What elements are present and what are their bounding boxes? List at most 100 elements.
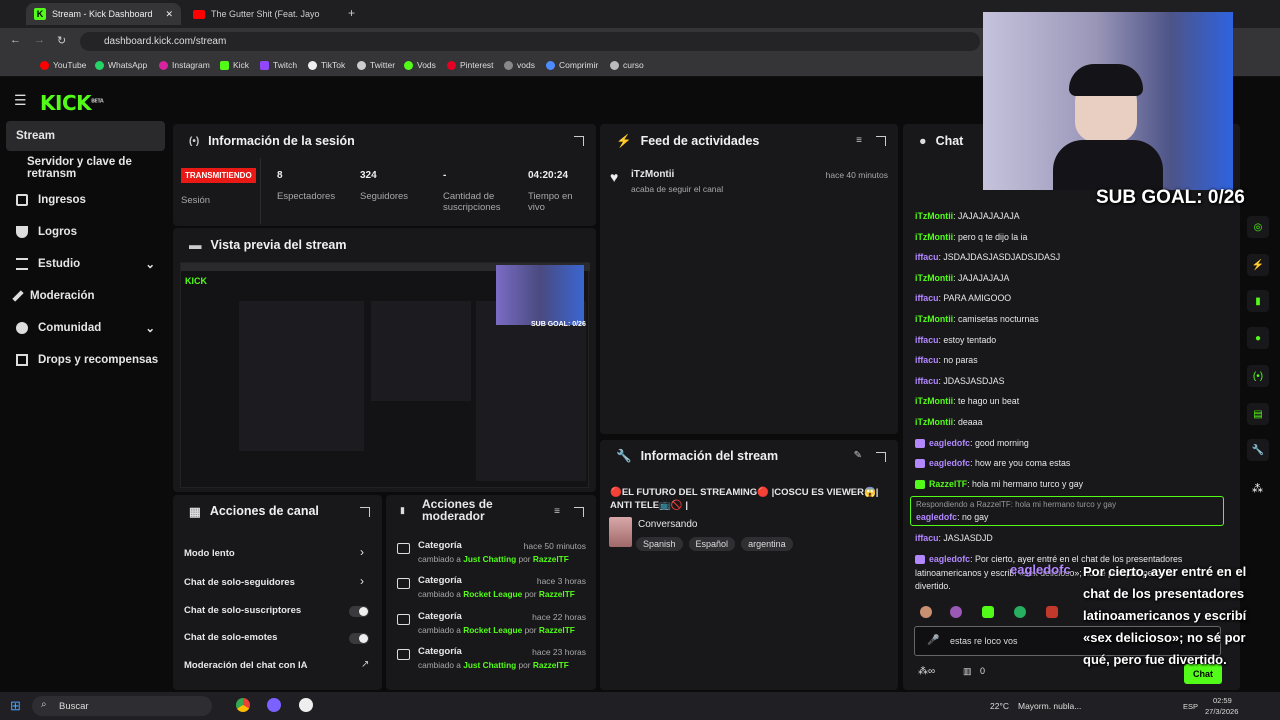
bookmark-vods[interactable]: Vods	[404, 60, 436, 70]
reload-icon[interactable]: ↻	[57, 34, 66, 47]
close-icon[interactable]: ✕	[165, 9, 173, 20]
chat-username[interactable]: iTzMontii	[915, 314, 953, 324]
sidebar-item-ingresos[interactable]: Ingresos	[6, 185, 165, 215]
chevron-right-icon[interactable]: ›	[360, 545, 364, 559]
filter-icon[interactable]: ≡	[856, 135, 862, 146]
activity-user[interactable]: iTzMontii	[631, 169, 674, 180]
bookmark-comprimir[interactable]: Comprimir	[546, 60, 598, 70]
bookmark-youtube[interactable]: YouTube	[40, 60, 86, 70]
chat-username[interactable]: iffacu	[915, 293, 938, 303]
reply-message[interactable]: Respondiendo a RazzelTF: hola mi hermano…	[910, 496, 1224, 526]
bookmark-curso[interactable]: curso	[610, 60, 644, 70]
windows-icon[interactable]: ⊞	[10, 698, 21, 714]
new-tab-icon[interactable]: +	[348, 6, 355, 20]
mod-action-row[interactable]: Categoría hace 50 minutos cambiado a Just …	[386, 540, 596, 572]
bookmark-whatsapp[interactable]: WhatsApp	[95, 60, 147, 70]
action-ai-moderation[interactable]: Moderación del chat con IA	[184, 660, 308, 671]
sidebar-item-comunidad[interactable]: Comunidad ⌄	[6, 313, 165, 343]
discord-icon[interactable]	[267, 698, 281, 712]
kick-logo[interactable]: KICKBETA	[40, 91, 104, 115]
action-followers-only[interactable]: Chat de solo-seguidores	[184, 577, 295, 588]
sidebar-item-server-key[interactable]: Servidor y clave de retransm	[6, 153, 165, 183]
expand-icon[interactable]	[574, 507, 584, 517]
rail-button-target-icon[interactable]: ◎	[1247, 216, 1269, 238]
emote-icon[interactable]	[982, 606, 994, 618]
chat-username[interactable]: iffacu	[915, 533, 938, 543]
chat-username[interactable]: iTzMontii	[915, 396, 953, 406]
emote-icon[interactable]	[920, 606, 932, 618]
bookmark-vods-2[interactable]: vods	[504, 60, 535, 70]
chat-username[interactable]: iffacu	[915, 252, 938, 262]
user-link[interactable]: RazzelTF	[539, 589, 575, 599]
url-field[interactable]: dashboard.kick.com/stream	[80, 32, 980, 51]
mod-action-row[interactable]: Categoría hace 23 horas cambiado a Just Ch…	[386, 646, 596, 678]
bookmark-tiktok[interactable]: TikTok	[308, 60, 345, 70]
category-name[interactable]: Conversando	[638, 519, 697, 530]
category-link[interactable]: Just Chatting	[463, 554, 516, 564]
chat-username[interactable]: iTzMontii	[915, 417, 953, 427]
bookmark-twitch[interactable]: Twitch	[260, 60, 297, 70]
chat-username[interactable]: iTzMontii	[915, 232, 953, 242]
bookmark-kick[interactable]: Kick	[220, 60, 249, 70]
mod-action-row[interactable]: Categoría hace 3 horas cambiado a Rocket L…	[386, 575, 596, 607]
tag[interactable]: argentina	[741, 537, 793, 551]
rail-button-document-icon[interactable]: ▮	[1247, 290, 1269, 312]
sidebar-item-estudio[interactable]: Estudio ⌄	[6, 249, 165, 279]
chat-username[interactable]: iffacu	[915, 355, 938, 365]
sidebar-item-stream[interactable]: Stream	[6, 121, 165, 151]
chat-username[interactable]: iTzMontii	[915, 211, 953, 221]
action-slow-mode[interactable]: Modo lento	[184, 548, 235, 559]
chat-username[interactable]: RazzelTF	[929, 479, 967, 489]
bookmark-twitter[interactable]: Twitter	[357, 60, 395, 70]
external-link-icon[interactable]: ↗	[361, 659, 369, 670]
chat-username[interactable]: eagledofc	[929, 458, 970, 468]
chat-username[interactable]: eagledofc	[929, 438, 970, 448]
category-link[interactable]: Just Chatting	[463, 660, 516, 670]
chat-username[interactable]: iffacu	[915, 376, 938, 386]
sidebar-item-drops[interactable]: Drops y recompensas	[6, 345, 165, 375]
obs-icon[interactable]	[299, 698, 313, 712]
expand-icon[interactable]	[876, 136, 886, 146]
user-link[interactable]: RazzelTF	[539, 625, 575, 635]
chat-username[interactable]: iTzMontii	[915, 273, 953, 283]
tab-youtube[interactable]: The Gutter Shit (Feat. Jayo	[185, 3, 340, 25]
tag[interactable]: Español	[688, 537, 736, 551]
layout-settings-icon[interactable]: ⁂	[1252, 482, 1263, 495]
tab-kick-dashboard[interactable]: K Stream - Kick Dashboard ✕	[26, 3, 181, 25]
user-link[interactable]: RazzelTF	[533, 660, 569, 670]
stream-preview-video[interactable]: KICK SUB GOAL: 0/26	[180, 262, 590, 488]
chevron-right-icon[interactable]: ›	[360, 574, 364, 588]
store-icon[interactable]: ▥	[963, 666, 972, 677]
expand-icon[interactable]	[876, 452, 886, 462]
filter-icon[interactable]: ≡	[554, 506, 560, 517]
rail-button-wrench-icon[interactable]: 🔧	[1247, 439, 1269, 461]
emotes-only-toggle[interactable]	[349, 633, 369, 644]
category-link[interactable]: Rocket League	[463, 625, 522, 635]
rail-button-chat-icon[interactable]: ●	[1247, 327, 1269, 349]
emote-icon[interactable]	[950, 606, 962, 618]
rail-button-lightning-icon[interactable]: ⚡	[1247, 254, 1269, 276]
bookmark-pinterest[interactable]: Pinterest	[447, 60, 494, 70]
chrome-icon[interactable]	[236, 698, 250, 712]
tag[interactable]: Spanish	[636, 537, 683, 551]
expand-icon[interactable]	[574, 136, 584, 146]
rail-button-broadcast-icon[interactable]: (•)	[1247, 365, 1269, 387]
chat-username[interactable]: eagledofc	[929, 554, 970, 564]
menu-icon[interactable]: ☰	[14, 92, 27, 109]
expand-icon[interactable]	[360, 507, 370, 517]
language-indicator[interactable]: ESP	[1183, 702, 1198, 711]
category-link[interactable]: Rocket League	[463, 589, 522, 599]
mod-action-row[interactable]: Categoría hace 22 horas cambiado a Rocket …	[386, 611, 596, 643]
back-icon[interactable]: ←	[10, 34, 21, 46]
infinity-icon[interactable]: ⁂∞	[918, 666, 935, 677]
edit-icon[interactable]: ✎	[854, 450, 862, 461]
mic-icon[interactable]: 🎤	[927, 635, 939, 646]
taskbar-search[interactable]: ⌕ Buscar	[32, 696, 212, 716]
rail-button-layout-icon[interactable]: ▤	[1247, 403, 1269, 425]
sidebar-item-logros[interactable]: Logros	[6, 217, 165, 247]
forward-icon[interactable]: →	[34, 34, 45, 46]
category-thumbnail[interactable]	[609, 517, 632, 547]
user-link[interactable]: RazzelTF	[533, 554, 569, 564]
subs-only-toggle[interactable]	[349, 606, 369, 617]
bookmark-instagram[interactable]: Instagram	[159, 60, 210, 70]
